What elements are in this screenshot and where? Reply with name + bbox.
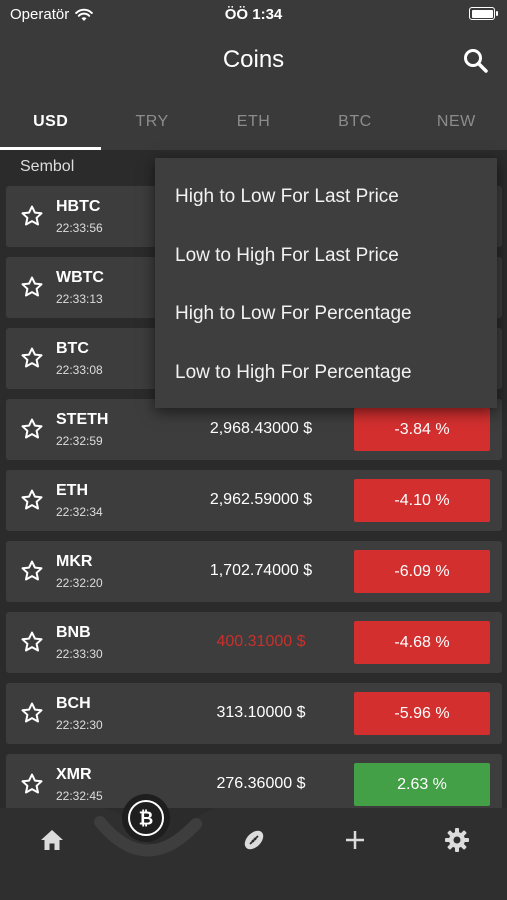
sort-option-price-asc[interactable]: Low to High For Last Price bbox=[155, 227, 497, 286]
coin-time: 22:32:45 bbox=[56, 789, 103, 803]
coin-symbol: MKR bbox=[56, 553, 93, 570]
svg-text:₿: ₿ bbox=[139, 809, 154, 830]
sort-option-percent-asc[interactable]: Low to High For Percentage bbox=[155, 344, 497, 403]
coin-row[interactable]: XMR 22:32:45 276.36000 $ 2.63 % bbox=[6, 754, 502, 815]
coin-row[interactable]: BNB 22:33:30 400.31000 $ -4.68 % bbox=[6, 612, 502, 673]
coin-symbol: BCH bbox=[56, 695, 91, 712]
coin-symbol: STETH bbox=[56, 411, 109, 428]
coin-symbol: WBTC bbox=[56, 269, 104, 286]
coin-symbol: BNB bbox=[56, 624, 91, 641]
currency-tabs: USD TRY ETH BTC NEW bbox=[0, 94, 507, 150]
tab-btc[interactable]: BTC bbox=[304, 94, 405, 150]
tab-usd[interactable]: USD bbox=[0, 94, 102, 150]
coin-time: 22:33:30 bbox=[56, 647, 103, 661]
coin-row[interactable]: BCH 22:32:30 313.10000 $ -5.96 % bbox=[6, 683, 502, 744]
gear-icon[interactable] bbox=[443, 826, 471, 854]
coin-symbol: XMR bbox=[56, 766, 92, 783]
change-badge: -5.96 % bbox=[354, 692, 490, 735]
sort-option-percent-desc[interactable]: High to Low For Percentage bbox=[155, 285, 497, 344]
change-badge: -4.10 % bbox=[354, 479, 490, 522]
tab-eth[interactable]: ETH bbox=[203, 94, 304, 150]
star-icon[interactable] bbox=[20, 204, 44, 228]
coin-price: 2,968.43000 $ bbox=[209, 420, 313, 437]
tab-new[interactable]: NEW bbox=[406, 94, 507, 150]
coin-time: 22:33:13 bbox=[56, 292, 103, 306]
change-badge: -3.84 % bbox=[354, 408, 490, 451]
star-icon[interactable] bbox=[20, 559, 44, 583]
coin-symbol: BTC bbox=[56, 340, 89, 357]
coin-symbol: HBTC bbox=[56, 198, 101, 215]
star-icon[interactable] bbox=[20, 701, 44, 725]
football-icon[interactable] bbox=[240, 826, 268, 854]
bottom-nav bbox=[0, 808, 507, 900]
tab-try[interactable]: TRY bbox=[101, 94, 202, 150]
coin-time: 22:32:59 bbox=[56, 434, 103, 448]
coin-time: 22:33:08 bbox=[56, 363, 103, 377]
coin-time: 22:32:30 bbox=[56, 718, 103, 732]
star-icon[interactable] bbox=[20, 772, 44, 796]
coin-row[interactable]: MKR 22:32:20 1,702.74000 $ -6.09 % bbox=[6, 541, 502, 602]
app-header: Coins bbox=[0, 30, 507, 94]
star-icon[interactable] bbox=[20, 488, 44, 512]
coin-row[interactable]: STETH 22:32:59 2,968.43000 $ -3.84 % bbox=[6, 399, 502, 460]
column-header-symbol[interactable]: Sembol bbox=[20, 158, 74, 176]
change-badge: 2.63 % bbox=[354, 763, 490, 806]
plus-icon[interactable] bbox=[341, 826, 369, 854]
change-badge: -6.09 % bbox=[354, 550, 490, 593]
coin-price: 2,962.59000 $ bbox=[209, 491, 313, 508]
coin-time: 22:32:34 bbox=[56, 505, 103, 519]
sort-option-price-desc[interactable]: High to Low For Last Price bbox=[155, 168, 497, 227]
coin-price: 400.31000 $ bbox=[216, 633, 306, 650]
home-icon[interactable] bbox=[38, 826, 66, 854]
battery-icon bbox=[469, 7, 498, 20]
bitcoin-button[interactable]: ₿ bbox=[122, 794, 170, 842]
coin-price: 1,702.74000 $ bbox=[209, 562, 313, 579]
change-badge: -4.68 % bbox=[354, 621, 490, 664]
star-icon[interactable] bbox=[20, 346, 44, 370]
coin-row[interactable]: ETH 22:32:34 2,962.59000 $ -4.10 % bbox=[6, 470, 502, 531]
star-icon[interactable] bbox=[20, 630, 44, 654]
coin-symbol: ETH bbox=[56, 482, 88, 499]
page-title: Coins bbox=[222, 46, 285, 73]
star-icon[interactable] bbox=[20, 417, 44, 441]
coin-price: 313.10000 $ bbox=[216, 704, 306, 721]
coin-time: 22:33:56 bbox=[56, 221, 103, 235]
star-icon[interactable] bbox=[20, 275, 44, 299]
bitcoin-icon: ₿ bbox=[128, 800, 164, 836]
search-icon[interactable] bbox=[461, 46, 491, 76]
coin-price: 276.36000 $ bbox=[216, 775, 306, 792]
status-bar: Operatör ÖÖ 1:34 bbox=[0, 0, 507, 30]
status-time: ÖÖ 1:34 bbox=[224, 6, 283, 23]
sort-menu: High to Low For Last Price Low to High F… bbox=[155, 158, 497, 408]
coin-time: 22:32:20 bbox=[56, 576, 103, 590]
